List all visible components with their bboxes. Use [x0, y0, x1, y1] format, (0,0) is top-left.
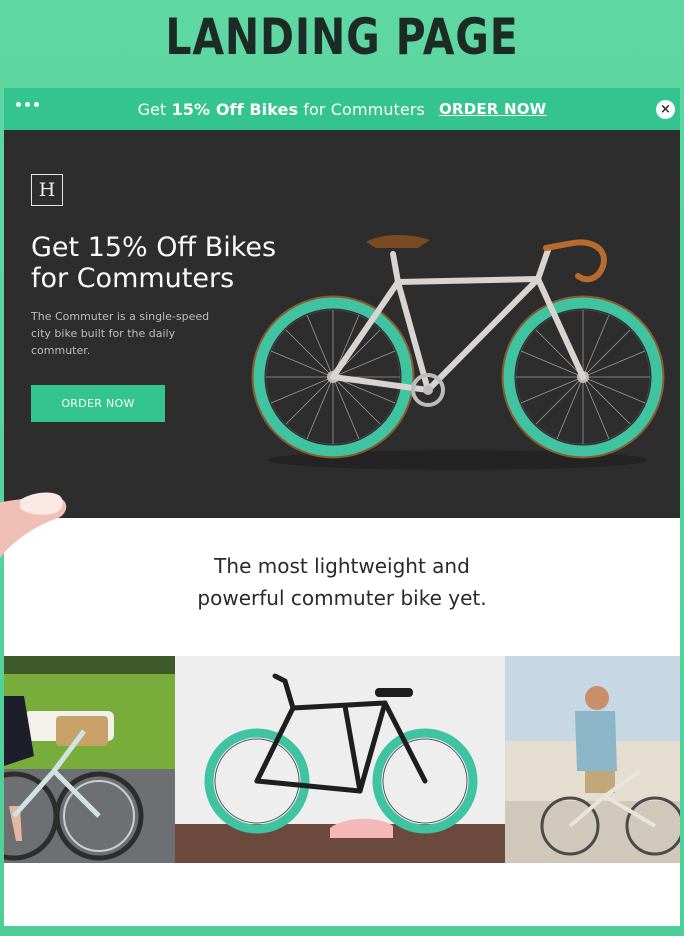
menu-dots-icon[interactable]	[16, 102, 39, 107]
browser-screen: Get 15% Off Bikes for Commuters ORDER NO…	[4, 88, 680, 926]
hand-finger-icon	[0, 492, 67, 558]
order-now-button[interactable]: ORDER NOW	[31, 385, 165, 422]
promo-text-prefix: Get	[137, 99, 172, 119]
logo-icon[interactable]: H	[31, 174, 63, 206]
photo-woman-riding-bike	[4, 656, 175, 863]
promo-text-suffix: for Commuters	[298, 99, 425, 119]
hero-description: The Commuter is a single-speed city bike…	[31, 310, 210, 357]
bike-frame	[330, 247, 586, 393]
tagline-line-2: powerful commuter bike yet.	[197, 586, 487, 610]
page-heading: LANDING PAGE	[165, 8, 519, 66]
promo-text: Get 15% Off Bikes for Commuters	[138, 100, 425, 119]
tagline: The most lightweight and powerful commut…	[4, 550, 680, 614]
hero-section: H Get 15% Off Bikes for Commuters The Co…	[4, 130, 680, 518]
promo-bar: Get 15% Off Bikes for Commuters ORDER NO…	[4, 88, 680, 130]
promo-order-now-link[interactable]: ORDER NOW	[439, 100, 546, 118]
photo-bike-studio	[175, 656, 505, 863]
promo-text-bold: 15% Off Bikes	[171, 99, 299, 119]
photo-man-riding-bike	[505, 656, 680, 863]
close-icon[interactable]: ×	[656, 100, 675, 119]
bicycle-icon	[251, 235, 665, 470]
tagline-line-1: The most lightweight and	[214, 554, 470, 578]
